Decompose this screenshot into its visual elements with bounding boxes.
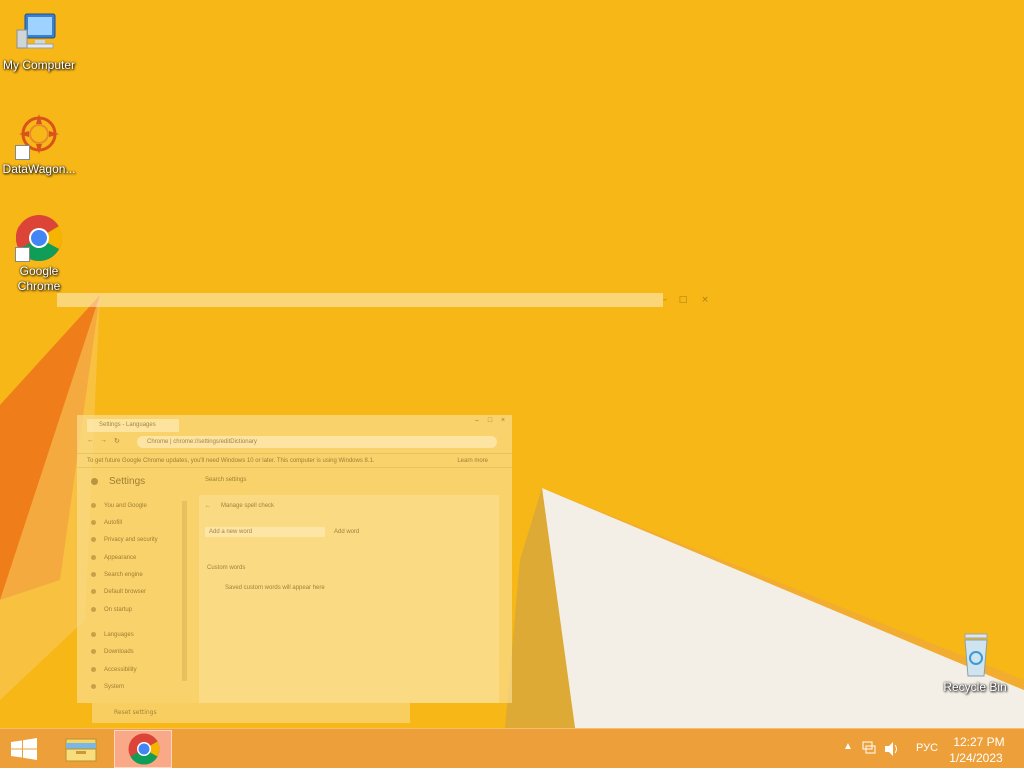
- desktop-icon-label: DataWagon...: [2, 162, 76, 176]
- custom-words-heading: Custom words: [207, 565, 246, 571]
- custom-words-empty-text: Saved custom words will appear here: [225, 585, 325, 591]
- maximize-icon: □: [678, 295, 688, 305]
- desktop-icon-recycle-bin[interactable]: Recycle Bin: [936, 630, 1014, 695]
- chrome-settings-logo-icon: [91, 478, 98, 485]
- tab-strip: Settings - Languages – □ ×: [77, 415, 512, 432]
- sidebar-item-appearance[interactable]: Appearance: [91, 553, 136, 563]
- language-indicator[interactable]: РУС: [916, 742, 938, 754]
- sidebar-item-search-engine[interactable]: Search engine: [91, 570, 143, 580]
- clock-time[interactable]: 12:27 PM: [949, 735, 1009, 749]
- windows-logo-icon: [11, 738, 37, 760]
- back-icon[interactable]: ←: [87, 437, 94, 444]
- ghost-window-titlebar: – □ ×: [57, 293, 709, 307]
- reload-icon[interactable]: ↻: [114, 437, 120, 445]
- add-word-input[interactable]: Add a new word: [205, 527, 325, 537]
- sidebar-item-system[interactable]: System: [91, 682, 124, 692]
- back-arrow-icon[interactable]: ←: [205, 503, 211, 509]
- desktop-icon-google-chrome[interactable]: Google Chrome: [0, 214, 78, 294]
- file-explorer-button[interactable]: [58, 729, 106, 769]
- sidebar-overflow-item: Reset settings: [92, 703, 410, 723]
- infobar-text: To get future Google Chrome updates, you…: [87, 458, 375, 464]
- sidebar-scrollbar[interactable]: [182, 501, 187, 681]
- sidebar-item-you-and-google[interactable]: You and Google: [91, 501, 147, 511]
- chrome-settings-window[interactable]: Settings - Languages – □ × ← → ↻ Chrome …: [77, 415, 512, 703]
- desktop: My Computer DataWagon... Google Chrome R…: [0, 0, 1024, 728]
- desktop-icon-label: My Computer: [2, 58, 76, 72]
- settings-sidebar: You and Google Autofill Privacy and secu…: [77, 499, 187, 703]
- sidebar-item-on-startup[interactable]: On startup: [91, 605, 132, 615]
- minimize-icon: –: [662, 295, 668, 305]
- desktop-icon-label: Recycle Bin: [943, 680, 1007, 694]
- network-icon[interactable]: [862, 741, 876, 755]
- sidebar-item-languages[interactable]: Languages: [91, 630, 134, 640]
- minimize-icon[interactable]: –: [472, 417, 482, 427]
- maximize-icon[interactable]: □: [485, 417, 495, 427]
- chrome-icon: [128, 733, 160, 765]
- page-title: Settings: [109, 476, 146, 487]
- settings-search-input[interactable]: Search settings: [205, 477, 246, 483]
- shortcut-arrow-icon: [15, 145, 30, 160]
- sidebar-item-default-browser[interactable]: Default browser: [91, 587, 146, 597]
- folder-icon: [65, 738, 97, 762]
- sidebar-item-privacy[interactable]: Privacy and security: [91, 535, 158, 545]
- close-icon: ×: [701, 295, 709, 305]
- sidebar-item-autofill[interactable]: Autofill: [91, 518, 122, 528]
- tab-settings[interactable]: Settings - Languages: [87, 419, 179, 432]
- volume-icon[interactable]: [884, 741, 900, 757]
- recycle-bin-icon: [951, 630, 999, 678]
- panel-title: Manage spell check: [221, 503, 275, 509]
- update-infobar: To get future Google Chrome updates, you…: [77, 453, 512, 468]
- taskbar: ▲ РУС 12:27 PM 1/24/2023: [0, 728, 1024, 768]
- forward-icon[interactable]: →: [100, 437, 107, 444]
- address-bar[interactable]: Chrome | chrome://settings/editDictionar…: [137, 436, 497, 448]
- chrome-taskbar-button[interactable]: [114, 730, 172, 768]
- clock-date[interactable]: 1/24/2023: [943, 751, 1009, 765]
- system-tray: ▲ РУС 12:27 PM 1/24/2023: [824, 729, 1024, 769]
- desktop-icon-datawagon[interactable]: DataWagon...: [0, 112, 78, 177]
- close-icon[interactable]: ×: [498, 417, 508, 427]
- shortcut-arrow-icon: [15, 247, 30, 262]
- computer-icon: [15, 8, 63, 56]
- desktop-icon-label: Google Chrome: [17, 264, 61, 293]
- chrome-icon: [15, 214, 63, 262]
- sidebar-item-downloads[interactable]: Downloads: [91, 647, 134, 657]
- show-hidden-icons-icon[interactable]: ▲: [843, 741, 853, 752]
- start-button[interactable]: [0, 729, 48, 769]
- sidebar-item-accessibility[interactable]: Accessibility: [91, 665, 137, 675]
- datawagon-icon: [15, 112, 63, 160]
- add-word-button[interactable]: Add word: [334, 529, 359, 535]
- desktop-icon-my-computer[interactable]: My Computer: [0, 8, 78, 73]
- infobar-learn-more-link[interactable]: Learn more: [457, 454, 488, 469]
